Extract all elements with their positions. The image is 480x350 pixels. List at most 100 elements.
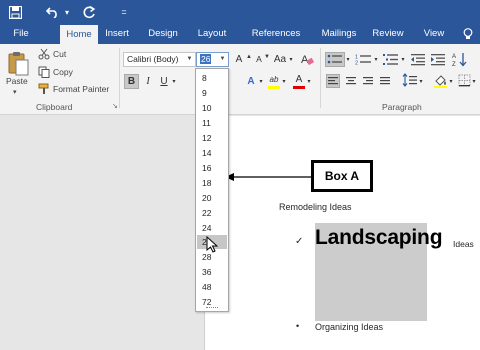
justify-icon[interactable] <box>379 75 391 87</box>
clipboard-group-label: Clipboard <box>36 102 73 112</box>
clipboard-paste-icon[interactable] <box>7 50 29 76</box>
document-heading[interactable]: Remodeling Ideas <box>279 202 352 212</box>
decrease-indent-icon[interactable] <box>410 53 426 66</box>
increase-indent-icon[interactable] <box>430 53 446 66</box>
title-bar: ▾ = <box>0 0 480 24</box>
scissors-icon[interactable] <box>38 48 50 60</box>
svg-text:A: A <box>452 54 456 60</box>
font-color-bar <box>293 86 305 89</box>
font-name-combobox[interactable]: Calibri (Body) ▼ <box>123 52 196 67</box>
tab-view[interactable]: View <box>418 24 450 44</box>
font-size-dropdown-icon[interactable]: ▼ <box>218 53 227 66</box>
clipboard-launcher-icon[interactable]: ↘ <box>112 102 118 110</box>
change-case-button[interactable]: Aa <box>272 52 288 67</box>
italic-button[interactable]: I <box>141 74 155 89</box>
callout-box-a: Box A <box>311 160 373 192</box>
undo-icon[interactable] <box>44 3 62 21</box>
bullets-button[interactable] <box>325 52 345 67</box>
align-left-button[interactable] <box>326 74 340 88</box>
group-divider <box>320 48 321 108</box>
align-right-icon[interactable] <box>362 75 374 87</box>
ribbon-tabs: File Home Insert Design Layout Reference… <box>0 24 480 44</box>
landscaping-heading[interactable]: Landscaping <box>315 226 443 250</box>
left-margin-area <box>0 116 204 350</box>
text-effects-dropdown-icon[interactable]: ▾ <box>258 75 264 90</box>
font-size-option[interactable]: 8 <box>197 71 227 85</box>
font-color-dropdown-icon[interactable]: ▾ <box>306 75 312 90</box>
callout-arrow <box>225 173 312 181</box>
tab-home[interactable]: Home <box>60 25 98 44</box>
customize-toolbar-icon[interactable]: = <box>118 3 130 21</box>
tab-references[interactable]: References <box>244 24 308 44</box>
landscaping-suffix[interactable]: Ideas <box>453 239 474 249</box>
font-size-value: 26 <box>200 54 212 64</box>
font-size-option[interactable]: 11 <box>197 116 227 130</box>
underline-dropdown-icon[interactable]: ▾ <box>171 75 177 90</box>
font-size-option[interactable]: 14 <box>197 146 227 160</box>
font-size-option[interactable]: 20 <box>197 191 227 205</box>
font-color-button[interactable]: A <box>293 72 305 87</box>
group-divider <box>119 48 120 108</box>
clear-formatting-icon[interactable]: A <box>300 52 314 66</box>
highlight-color-bar <box>268 86 280 89</box>
borders-icon[interactable] <box>458 74 471 87</box>
grow-font-icon: ▲ <box>246 54 252 60</box>
shading-icon[interactable] <box>433 73 449 88</box>
font-size-combobox[interactable]: 26 ▼ <box>196 52 229 67</box>
font-size-option[interactable]: 10 <box>197 101 227 115</box>
undo-dropdown-icon[interactable]: ▾ <box>62 3 72 21</box>
bullet-point: • <box>296 321 300 331</box>
underline-button[interactable]: U <box>157 74 171 89</box>
highlight-button[interactable]: ab <box>267 72 281 87</box>
organizing-ideas-item[interactable]: Organizing Ideas <box>315 322 383 332</box>
multilevel-dropdown-icon[interactable]: ▾ <box>400 53 406 68</box>
text-effects-button[interactable]: A <box>244 74 258 89</box>
tab-insert[interactable]: Insert <box>98 24 136 44</box>
resize-grip[interactable] <box>206 307 218 310</box>
bold-button[interactable]: B <box>124 74 139 89</box>
svg-text:2: 2 <box>355 61 358 67</box>
font-size-option[interactable]: 9 <box>197 86 227 100</box>
font-size-option[interactable]: 12 <box>197 131 227 145</box>
font-size-option[interactable]: 36 <box>197 265 227 279</box>
multilevel-list-icon[interactable] <box>382 53 400 66</box>
line-spacing-dropdown-icon[interactable]: ▾ <box>418 75 424 90</box>
redo-icon[interactable] <box>80 3 98 21</box>
font-size-option[interactable]: 24 <box>197 221 227 235</box>
paragraph-group-label: Paragraph <box>382 102 422 112</box>
font-size-option[interactable]: 18 <box>197 176 227 190</box>
paste-dropdown-icon[interactable]: ▾ <box>13 88 17 98</box>
line-spacing-icon[interactable] <box>402 73 418 88</box>
borders-dropdown-icon[interactable]: ▾ <box>471 75 477 90</box>
bullets-dropdown-icon[interactable]: ▾ <box>345 53 351 68</box>
font-size-option[interactable]: 22 <box>197 206 227 220</box>
grow-font-button[interactable]: A <box>233 52 245 67</box>
font-size-option[interactable]: 48 <box>197 280 227 294</box>
numbering-dropdown-icon[interactable]: ▾ <box>373 53 379 68</box>
sort-icon[interactable]: AZ <box>452 52 468 67</box>
font-size-dropdown-list[interactable]: 8 9 10 11 12 14 16 18 20 22 24 26 28 36 … <box>195 68 229 312</box>
copy-button[interactable]: Copy <box>53 67 73 77</box>
mouse-cursor-icon <box>206 236 218 253</box>
font-size-option[interactable]: 16 <box>197 161 227 175</box>
align-center-icon[interactable] <box>345 75 357 87</box>
tab-review[interactable]: Review <box>368 24 408 44</box>
copy-icon[interactable] <box>38 66 50 78</box>
tab-file[interactable]: File <box>2 24 40 44</box>
change-case-dropdown-icon[interactable]: ▾ <box>288 53 294 68</box>
svg-text:Z: Z <box>452 62 456 67</box>
paste-button[interactable]: Paste <box>6 76 28 86</box>
tab-mailings[interactable]: Mailings <box>314 24 364 44</box>
shading-dropdown-icon[interactable]: ▾ <box>448 75 454 90</box>
lightbulb-icon[interactable] <box>460 24 476 44</box>
save-icon[interactable] <box>6 3 24 21</box>
format-painter-button[interactable]: Format Painter <box>53 84 109 94</box>
document-page[interactable]: Box A Remodeling Ideas ✓ Landscaping Ide… <box>204 116 480 350</box>
numbering-icon[interactable]: 12 <box>355 53 373 66</box>
highlight-dropdown-icon[interactable]: ▾ <box>281 75 287 90</box>
tab-layout[interactable]: Layout <box>190 24 234 44</box>
format-painter-icon[interactable] <box>38 83 50 95</box>
font-name-dropdown-icon[interactable]: ▼ <box>185 53 194 66</box>
tab-design[interactable]: Design <box>141 24 185 44</box>
cut-button[interactable]: Cut <box>53 49 66 59</box>
